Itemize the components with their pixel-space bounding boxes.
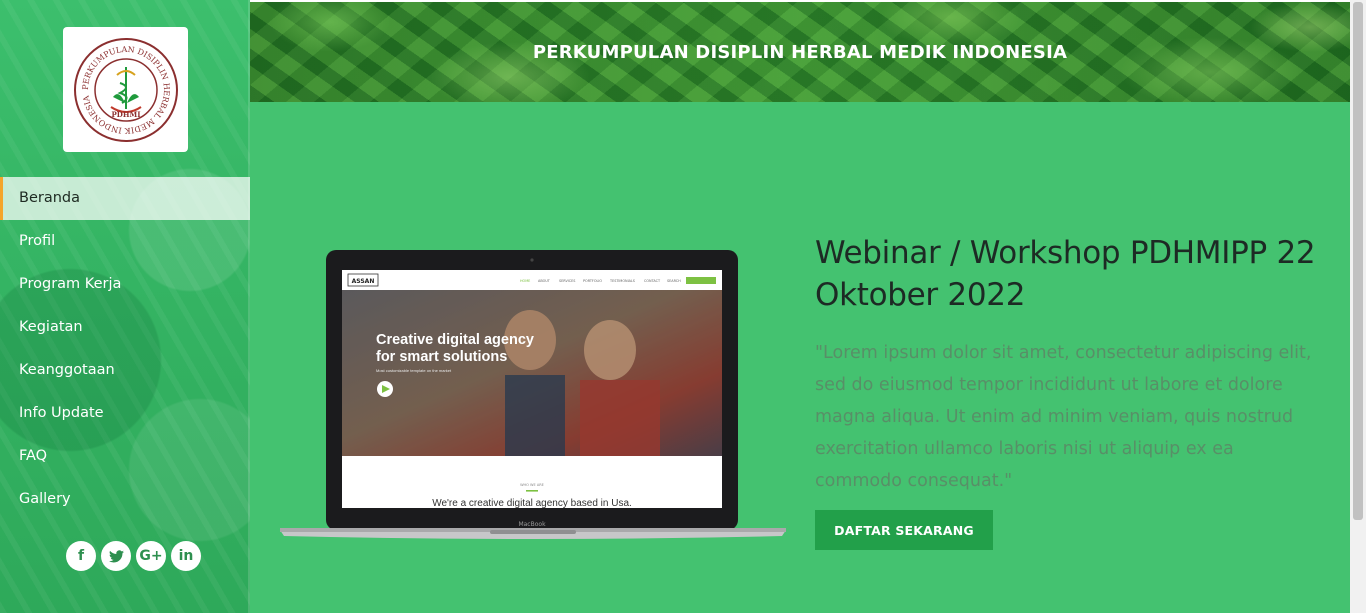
screen-headline-2: for smart solutions — [376, 349, 507, 365]
sidebar-menu: Beranda Profil Program Kerja Kegiatan Ke… — [0, 177, 250, 521]
screen-nav-search: SEARCH — [667, 279, 681, 283]
screen-nav-portfolio: PORTFOLIO — [583, 279, 602, 283]
screen-nav-testimonials: TESTIMONIALS — [609, 279, 635, 283]
event-title: Webinar / Workshop PDHMIPP 22 Oktober 20… — [815, 235, 1316, 313]
screen-brand: ASSAN — [352, 278, 375, 285]
screen-subline: Most customizable template on the market — [376, 368, 452, 373]
sidebar-item-gallery[interactable]: Gallery — [0, 478, 250, 521]
header-banner: PERKUMPULAN DISIPLIN HERBAL MEDIK INDONE… — [250, 2, 1350, 102]
sidebar-item-keanggotaan[interactable]: Keanggotaan — [0, 349, 250, 392]
sidebar-item-profil[interactable]: Profil — [0, 220, 250, 263]
sidebar-item-faq[interactable]: FAQ — [0, 435, 250, 478]
social-links: f G+ in — [66, 541, 201, 571]
hero-text: Webinar / Workshop PDHMIPP 22 Oktober 20… — [815, 232, 1325, 497]
hero-section: ASSAN HOME ABOUT SERVICES PORTFOLIO TEST… — [250, 102, 1350, 613]
screen-headline-1: Creative digital agency — [376, 332, 534, 348]
sidebar-item-beranda[interactable]: Beranda — [0, 177, 250, 220]
screen-nav-contact: CONTACT — [644, 279, 661, 283]
pdhmi-seal-icon: PERKUMPULAN DISIPLIN HERBAL MEDIK INDONE… — [73, 37, 178, 142]
screen-about-label: WHO WE ARE — [520, 483, 544, 487]
site-title: PERKUMPULAN DISIPLIN HERBAL MEDIK INDONE… — [532, 41, 1068, 63]
sidebar-item-kegiatan[interactable]: Kegiatan — [0, 306, 250, 349]
screen-nav-home: HOME — [520, 279, 530, 283]
device-label: MacBook — [518, 521, 546, 528]
linkedin-icon[interactable]: in — [171, 541, 201, 571]
facebook-icon[interactable]: f — [66, 541, 96, 571]
scrollbar-thumb[interactable] — [1353, 2, 1363, 520]
pdhmi-logo[interactable]: PERKUMPULAN DISIPLIN HERBAL MEDIK INDONE… — [63, 27, 188, 152]
screen-nav-services: SERVICES — [559, 279, 575, 283]
vertical-scrollbar[interactable] — [1350, 0, 1366, 613]
laptop-mockup: ASSAN HOME ABOUT SERVICES PORTFOLIO TEST… — [280, 250, 786, 539]
google-plus-icon[interactable]: G+ — [136, 541, 166, 571]
logo-abbr: PDHMI — [111, 110, 140, 119]
sidebar-item-program-kerja[interactable]: Program Kerja — [0, 263, 250, 306]
screen-nav-about: ABOUT — [538, 279, 551, 283]
twitter-icon[interactable] — [101, 541, 131, 571]
screen-about-text: We're a creative digital agency based in… — [432, 498, 632, 509]
sidebar-item-info-update[interactable]: Info Update — [0, 392, 250, 435]
sidebar: PERKUMPULAN DISIPLIN HERBAL MEDIK INDONE… — [0, 0, 250, 613]
register-button[interactable]: DAFTAR SEKARANG — [815, 510, 993, 550]
event-description: "Lorem ipsum dolor sit amet, consectetur… — [815, 343, 1312, 491]
